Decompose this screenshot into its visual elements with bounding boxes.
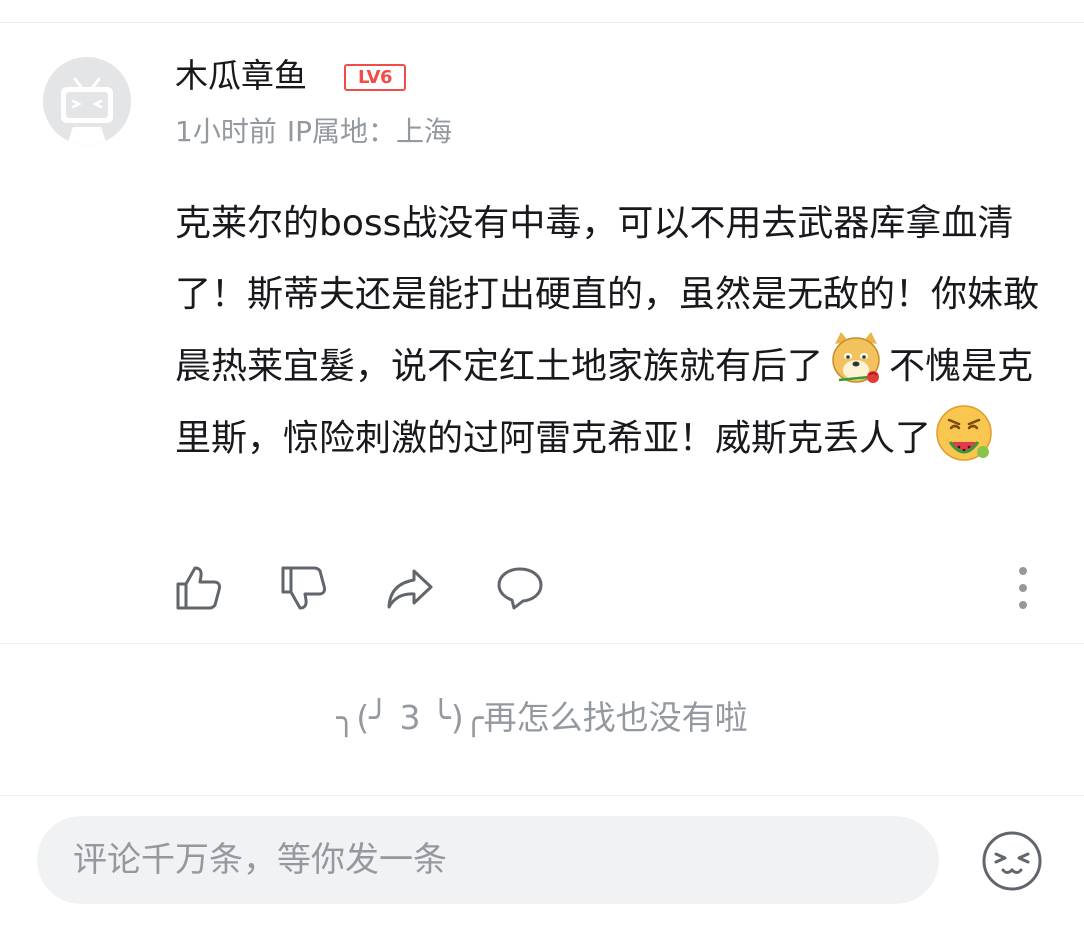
thumbs-down-icon[interactable] (280, 563, 330, 613)
end-of-list-hint: ╮(╯ 3 ╰)╭再怎么找也没有啦 (0, 696, 1084, 740)
mid-divider (0, 643, 1084, 644)
thumbs-up-icon[interactable] (175, 563, 225, 613)
watermelon-emoji-icon (933, 402, 995, 464)
emoji-face-icon[interactable] (981, 830, 1043, 892)
reply-icon[interactable] (495, 563, 545, 613)
comment-time: 1小时前 (175, 115, 277, 148)
kaomoji: ╮(╯ 3 ╰)╭ (336, 698, 484, 737)
ip-location: IP属地：上海 (286, 115, 452, 148)
tv-avatar-icon (43, 57, 131, 145)
more-icon[interactable] (1000, 563, 1040, 613)
bottom-divider (0, 795, 1084, 796)
comment-meta: 1小时前 IP属地：上海 (175, 114, 452, 150)
comment-item: 木瓜章鱼 LV6 1小时前 IP属地：上海 克莱尔的boss战没有中毒，可以不用去… (0, 23, 1084, 643)
avatar[interactable] (43, 57, 131, 145)
end-hint-text: 再怎么找也没有啦 (483, 698, 748, 737)
comment-actions (175, 563, 1055, 613)
dog-rose-emoji-icon (825, 330, 887, 392)
comment-content[interactable]: 克莱尔的boss战没有中毒，可以不用去武器库拿血清了！斯蒂夫还是能打出硬直的，虽… (175, 188, 1045, 474)
username[interactable]: 木瓜章鱼 (175, 56, 307, 96)
level-badge: LV6 (344, 64, 406, 91)
share-icon[interactable] (385, 563, 435, 613)
comment-input[interactable] (37, 816, 939, 904)
